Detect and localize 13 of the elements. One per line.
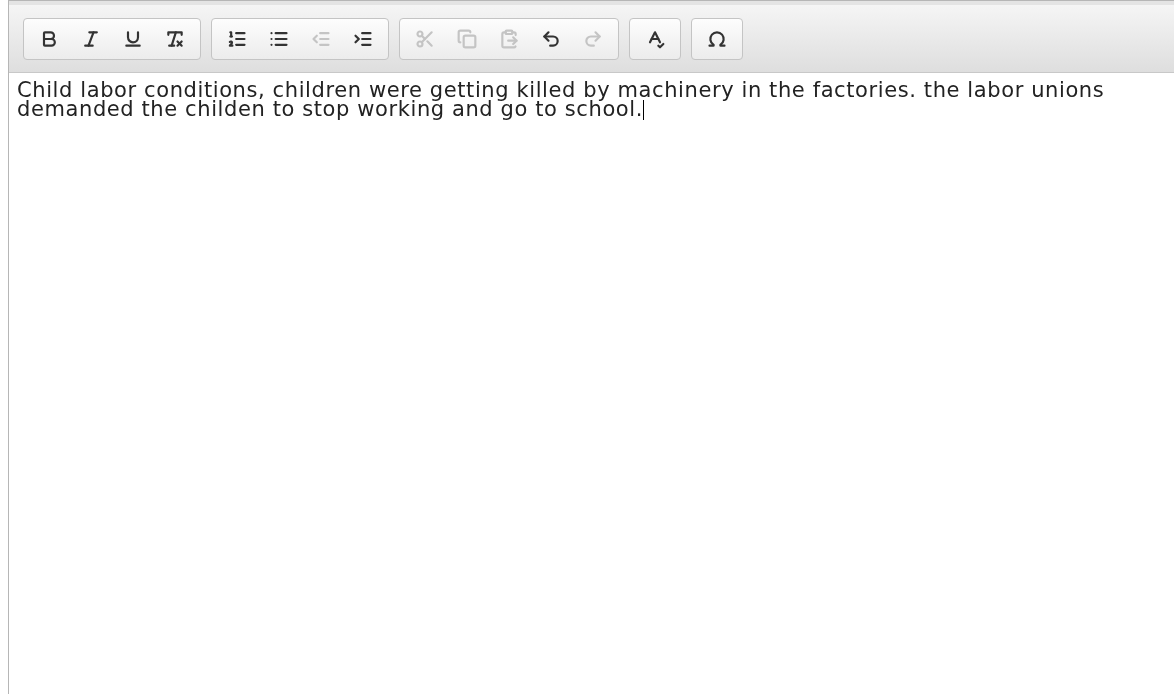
text-cursor [643,100,644,120]
undo-icon [541,28,561,49]
cut-icon [415,28,435,49]
underline-icon [123,28,143,49]
italic-icon [81,28,101,49]
copy-icon [457,28,477,49]
remove-format-icon [165,28,185,49]
special-character-icon [707,28,727,49]
numbered-list-icon [227,28,247,49]
redo-icon [583,28,603,49]
paste-icon [499,28,519,49]
editor-text: Child labor conditions, children were getting killed by machinery in the factories. the labor unions demanded the childen to stop working and go to school. [17,81,1106,120]
text-editor[interactable]: Child labor conditions, children were getting killed by machinery in the factories. the labor unions demanded the childen to stop working and go to school. [9,73,1174,694]
